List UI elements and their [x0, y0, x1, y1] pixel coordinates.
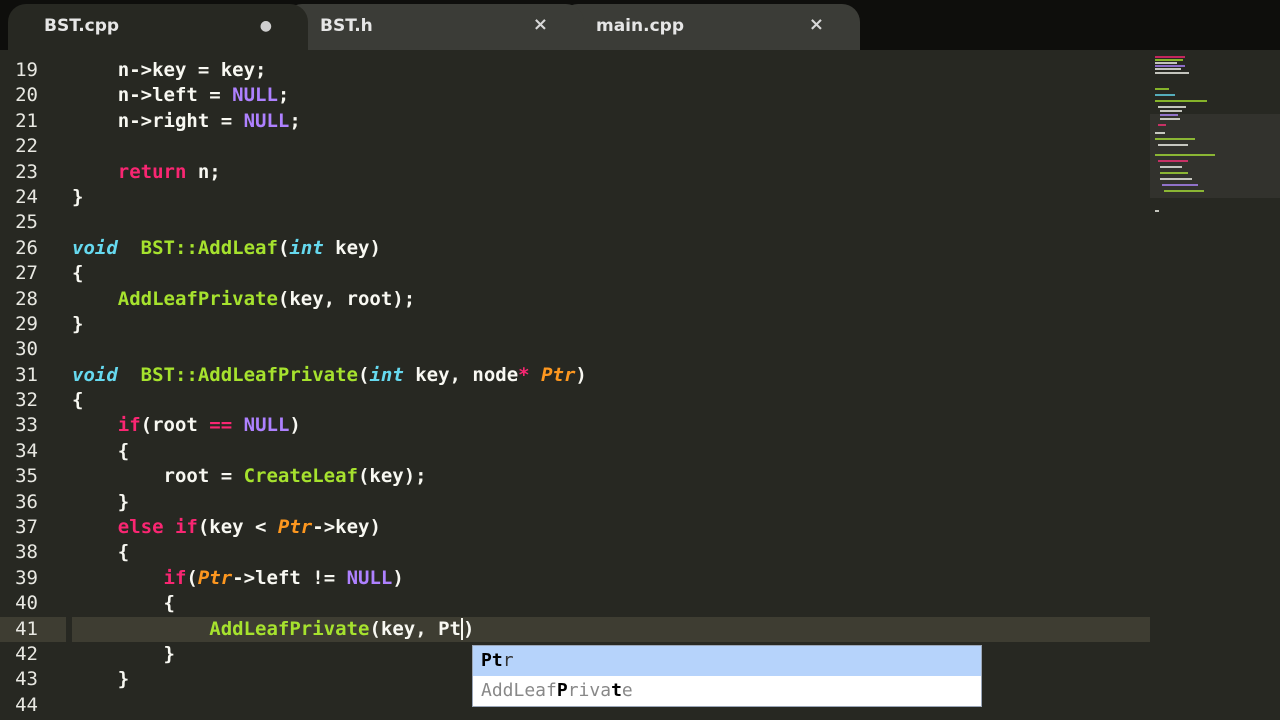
line-number: 42	[15, 642, 38, 665]
line-number: 32	[15, 389, 38, 412]
code-line[interactable]: {	[72, 261, 1150, 286]
line-number: 40	[15, 592, 38, 615]
code-line[interactable]: void BST::AddLeafPrivate(int key, node* …	[72, 363, 1150, 388]
tab-label: BST.h	[320, 16, 373, 36]
line-number-gutter: 19 20 21 22 23 24 25 26 27 28 29 30 31 32 33 34 35 36 37 38…	[0, 58, 62, 718]
line-number: 19	[15, 59, 38, 81]
minimap-line	[1155, 62, 1177, 64]
minimap-line	[1158, 106, 1186, 108]
minimap-line	[1155, 65, 1185, 67]
minimap-line	[1155, 56, 1185, 58]
code-line[interactable]: return n;	[72, 160, 1150, 185]
minimap-line	[1155, 100, 1207, 102]
line-number: 36	[15, 490, 38, 513]
code-editor[interactable]: 19 20 21 22 23 24 25 26 27 28 29 30 31 32 33 34 35 36 37 38…	[0, 50, 1150, 720]
minimap-line	[1160, 110, 1182, 112]
minimap-line	[1155, 59, 1183, 61]
code-line[interactable]: if(root == NULL)	[72, 413, 1150, 438]
minimap-viewport[interactable]	[1150, 114, 1280, 198]
unsaved-dot-icon[interactable]: ●	[260, 18, 272, 34]
code-line[interactable]	[72, 337, 1150, 362]
minimap[interactable]	[1150, 50, 1280, 220]
minimap-line	[1155, 210, 1159, 212]
code-line[interactable]: else if(key < Ptr->key)	[72, 515, 1150, 540]
tab-bst-cpp[interactable]: BST.cpp ●	[8, 4, 308, 50]
autocomplete-popup[interactable]: Ptr AddLeafPrivate	[472, 645, 982, 707]
code-line[interactable]: }	[72, 312, 1150, 337]
line-number: 43	[15, 668, 38, 691]
minimap-line	[1155, 72, 1189, 74]
line-number: 30	[15, 338, 38, 361]
line-number: 35	[15, 465, 38, 488]
line-number: 44	[15, 693, 38, 716]
line-number: 38	[15, 541, 38, 564]
line-number: 20	[15, 84, 38, 107]
line-number: 24	[15, 185, 38, 208]
code-line[interactable]: AddLeafPrivate(key, root);	[72, 287, 1150, 312]
line-number: 33	[15, 414, 38, 437]
code-line[interactable]: }	[72, 185, 1150, 210]
tab-label: main.cpp	[596, 16, 684, 36]
line-number: 39	[15, 566, 38, 589]
tab-bst-h[interactable]: BST.h ×	[284, 4, 584, 50]
code-area[interactable]: n->key = key; n->left = NULL; n->right =…	[72, 58, 1150, 718]
line-number: 28	[15, 287, 38, 310]
code-line[interactable]	[72, 210, 1150, 235]
autocomplete-item[interactable]: Ptr	[473, 646, 981, 676]
line-number: 27	[15, 262, 38, 285]
code-line[interactable]: {	[72, 388, 1150, 413]
code-line[interactable]: root = CreateLeaf(key);	[72, 464, 1150, 489]
line-number: 29	[15, 312, 38, 335]
close-icon[interactable]: ×	[809, 14, 824, 35]
code-line[interactable]: void BST::AddLeaf(int key)	[72, 236, 1150, 261]
tab-bar: main.cpp × BST.h × BST.cpp ●	[0, 0, 1280, 50]
minimap-line	[1155, 88, 1169, 90]
close-icon[interactable]: ×	[533, 14, 548, 35]
autocomplete-item[interactable]: AddLeafPrivate	[473, 676, 981, 706]
tab-label: BST.cpp	[44, 16, 120, 36]
code-line[interactable]: {	[72, 540, 1150, 565]
code-line[interactable]: n->right = NULL;	[72, 109, 1150, 134]
line-number: 23	[15, 160, 38, 183]
tab-main-cpp[interactable]: main.cpp ×	[560, 4, 860, 50]
line-number: 25	[15, 211, 38, 234]
code-line[interactable]: n->key = key;	[72, 58, 1150, 83]
minimap-line	[1155, 94, 1175, 96]
code-line[interactable]: n->left = NULL;	[72, 83, 1150, 108]
line-number: 34	[15, 439, 38, 462]
code-line[interactable]: {	[72, 591, 1150, 616]
code-line[interactable]: AddLeafPrivate(key, Pt)	[72, 616, 1150, 642]
line-number: 37	[15, 516, 38, 539]
code-line[interactable]: }	[72, 490, 1150, 515]
code-line[interactable]: {	[72, 439, 1150, 464]
line-number: 31	[15, 363, 38, 386]
line-number: 22	[15, 135, 38, 158]
code-line[interactable]: if(Ptr->left != NULL)	[72, 566, 1150, 591]
line-number: 41	[15, 617, 38, 640]
code-line[interactable]	[72, 134, 1150, 159]
minimap-line	[1155, 68, 1181, 70]
line-number: 26	[15, 236, 38, 259]
line-number: 21	[15, 109, 38, 132]
